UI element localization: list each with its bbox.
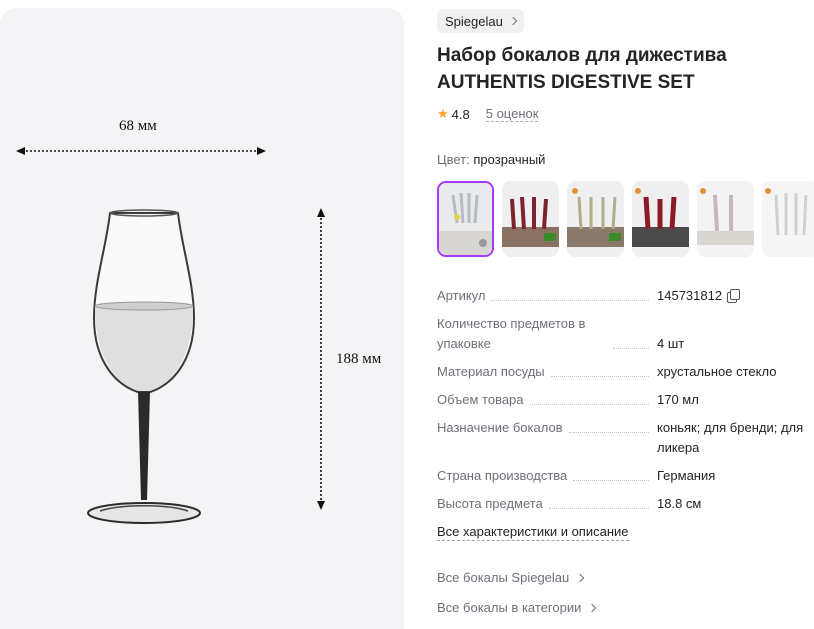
spec-row: Количество предметов в упаковке 4 шт [437, 314, 814, 354]
star-icon: ★ [437, 106, 449, 121]
brand-link[interactable]: Spiegelau [437, 9, 524, 33]
spec-value: 170 мл [657, 392, 699, 407]
chevron-right-icon [508, 16, 518, 26]
rating-value: 4.8 [451, 106, 470, 122]
color-variants [437, 181, 814, 257]
spec-key: Высота предмета [437, 496, 543, 511]
spec-key: Материал посуды [437, 364, 545, 379]
specs-list: Артикул 145731812 Количество предметов в… [437, 286, 814, 522]
spec-key: Страна производства [437, 468, 568, 483]
spec-value: 145731812 [657, 288, 723, 303]
spec-row: Высота предмета 18.8 см [437, 494, 814, 514]
variant-thumbnail[interactable] [632, 181, 689, 257]
brand-name: Spiegelau [445, 13, 503, 29]
spec-row: Объем товара 170 мл [437, 390, 814, 410]
height-dimension-label: 188 мм [336, 351, 382, 367]
category-glasses-link-label: Все бокалы в категории [437, 600, 582, 615]
spec-row: Артикул 145731812 [437, 286, 814, 306]
brand-glasses-link[interactable]: Все бокалы Spiegelau [437, 570, 585, 585]
spec-value: Германия [657, 468, 716, 483]
spec-value: 18.8 см [657, 496, 702, 511]
variant-thumbnail[interactable] [697, 181, 754, 257]
spec-key: Назначение бокалов [437, 420, 563, 435]
copy-icon[interactable] [727, 289, 741, 303]
spec-value: коньяк; для бренди; для ликера [657, 420, 804, 455]
variant-thumbnail[interactable] [567, 181, 624, 257]
color-selector-label: Цвет: прозрачный [437, 152, 545, 167]
spec-key: Количество предметов в упаковке [437, 316, 586, 351]
all-specs-link[interactable]: Все характеристики и описание [437, 523, 629, 541]
reviews-link[interactable]: 5 оценок [485, 106, 539, 122]
category-glasses-link[interactable]: Все бокалы в категории [437, 600, 597, 615]
brand-glasses-link-label: Все бокалы Spiegelau [437, 570, 570, 585]
spec-row: Назначение бокалов коньяк; для бренди; д… [437, 418, 814, 458]
color-label: Цвет: [437, 152, 470, 167]
variant-thumbnail[interactable] [502, 181, 559, 257]
spec-key: Артикул [437, 288, 486, 303]
glass-illustration [16, 147, 325, 524]
spec-value: хрустальное стекло [657, 364, 777, 379]
product-image[interactable]: 68 мм 188 мм [0, 8, 404, 629]
product-title: Набор бокалов для дижестива AUTHENTIS DI… [437, 45, 727, 93]
variant-thumbnail[interactable] [762, 181, 814, 257]
rating-block: ★ 4.8 5 оценок [437, 106, 539, 122]
chevron-right-icon [576, 573, 585, 582]
variant-thumbnail[interactable] [437, 181, 494, 257]
spec-value: 4 шт [657, 336, 685, 351]
spec-row: Материал посуды хрустальное стекло [437, 362, 814, 382]
spec-key: Объем товара [437, 392, 524, 407]
color-value: прозрачный [473, 152, 546, 167]
width-dimension-label: 68 мм [119, 118, 157, 134]
chevron-right-icon [588, 603, 597, 612]
spec-row: Страна производства Германия [437, 466, 814, 486]
